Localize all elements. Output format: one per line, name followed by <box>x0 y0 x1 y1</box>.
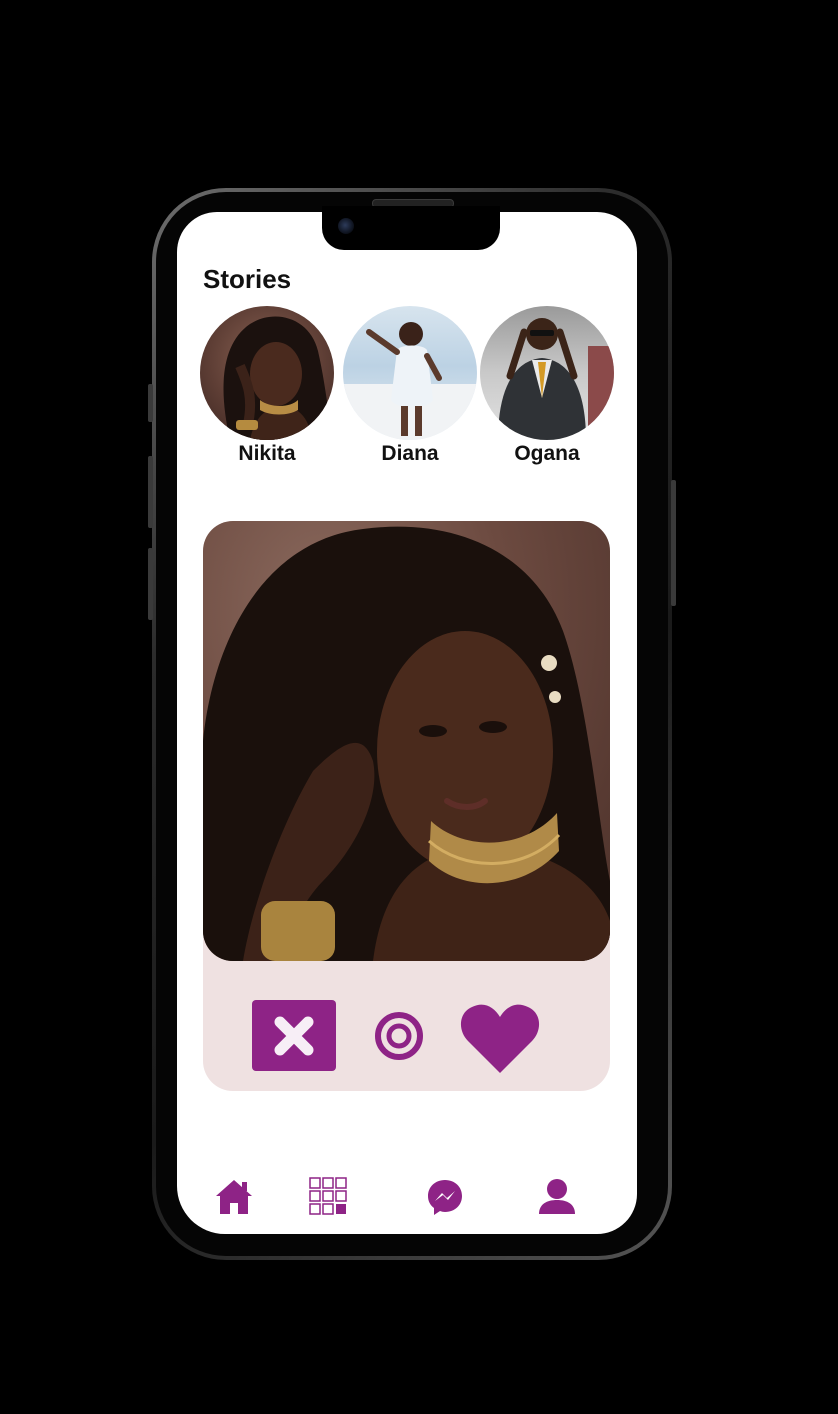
power-button <box>671 480 676 606</box>
story-item-nikita[interactable]: Nikita <box>199 306 335 466</box>
dislike-button[interactable] <box>252 1000 336 1071</box>
volume-down-button <box>148 548 153 620</box>
story-item-diana[interactable]: Diana <box>342 306 478 466</box>
portrait-image <box>343 322 477 440</box>
target-icon <box>375 1012 423 1060</box>
portrait-image <box>498 318 614 440</box>
nav-home[interactable] <box>209 1172 259 1222</box>
like-button[interactable] <box>459 1001 541 1075</box>
super-like-button[interactable] <box>372 1009 426 1063</box>
home-icon <box>216 1180 252 1214</box>
nav-profile[interactable] <box>532 1172 582 1222</box>
portrait-image <box>203 526 610 961</box>
profile-icon <box>539 1179 575 1214</box>
story-avatar[interactable] <box>200 306 334 440</box>
portrait-image <box>223 316 334 440</box>
story-item-ogana[interactable]: Ogana <box>479 306 615 466</box>
profile-card[interactable] <box>203 521 610 1091</box>
grid-icon <box>309 1177 347 1215</box>
app-screen: Stories Nikita Diana Ogana <box>177 212 637 1234</box>
story-avatar[interactable] <box>480 306 614 440</box>
stories-heading: Stories <box>203 264 292 294</box>
nav-grid[interactable] <box>304 1172 354 1222</box>
story-name: Diana <box>381 442 439 465</box>
heart-icon <box>460 1004 540 1073</box>
close-icon <box>274 1016 314 1055</box>
story-name: Nikita <box>238 442 296 465</box>
silent-switch <box>148 384 153 422</box>
messenger-icon <box>428 1180 462 1215</box>
front-camera <box>338 218 354 234</box>
volume-up-button <box>148 456 153 528</box>
nav-messages[interactable] <box>420 1172 470 1222</box>
profile-photo[interactable] <box>203 521 610 961</box>
story-name: Ogana <box>514 442 580 465</box>
story-avatar[interactable] <box>343 306 477 440</box>
